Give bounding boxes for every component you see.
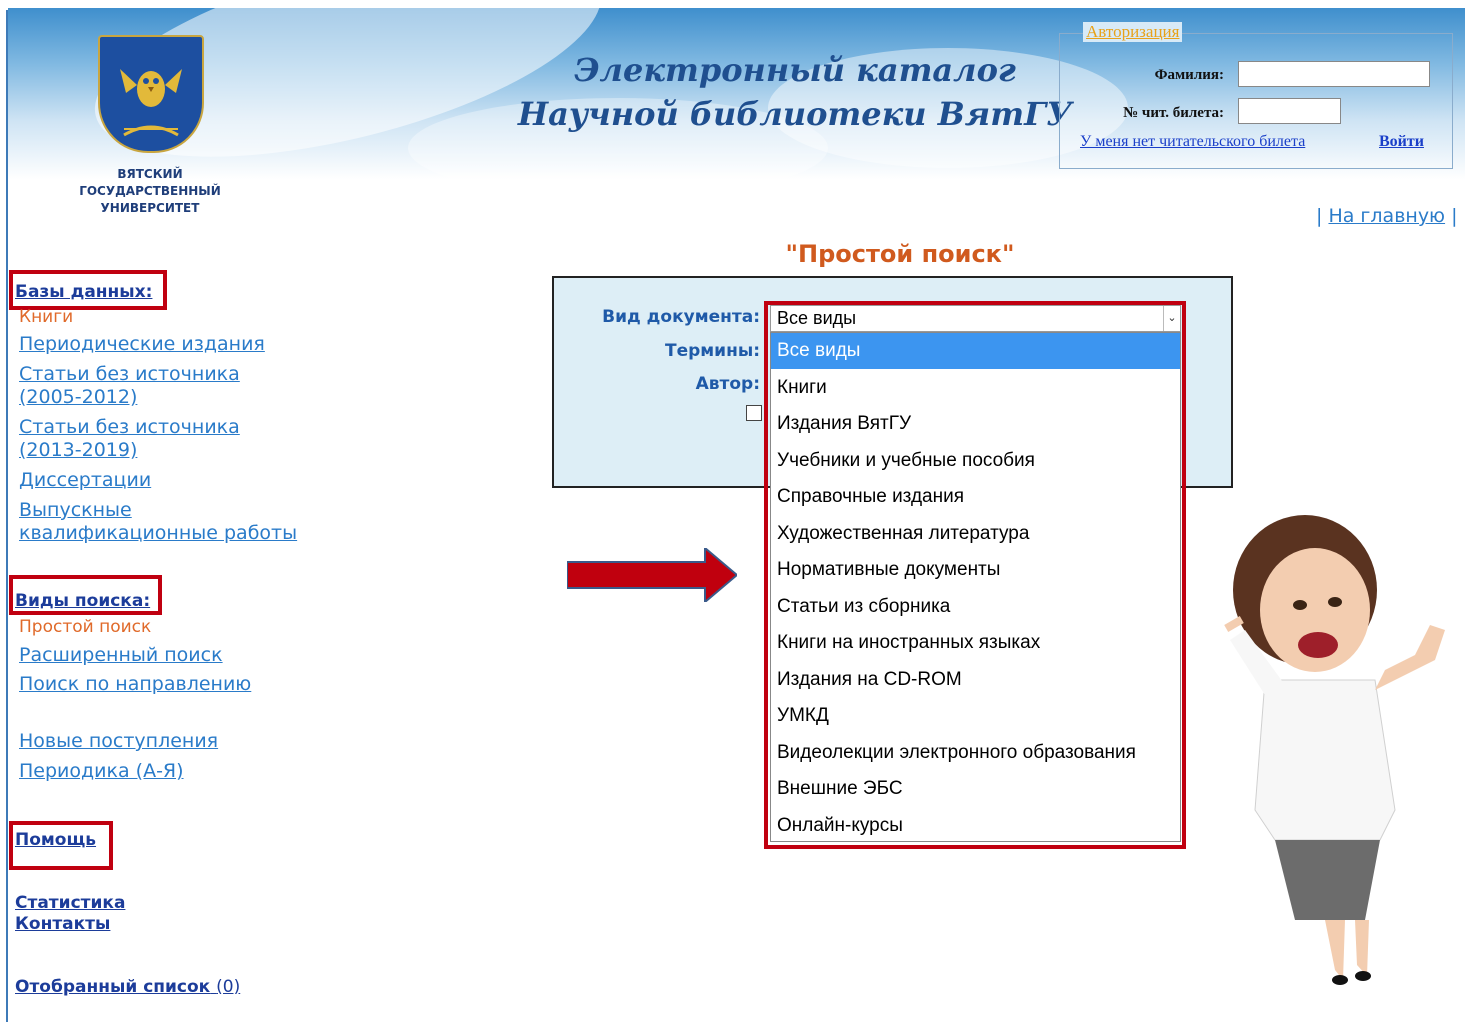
owl-coat-of-arms-icon: [98, 35, 204, 153]
ticket-input[interactable]: [1238, 98, 1341, 124]
surname-input[interactable]: [1238, 61, 1430, 87]
home-nav: | На главную |: [1316, 205, 1458, 227]
auth-legend[interactable]: Авторизация: [1083, 22, 1183, 42]
home-link[interactable]: На главную: [1328, 205, 1445, 227]
author-label: Автор:: [695, 374, 760, 394]
site-title: Электронный каталог Научной библиотеки В…: [517, 51, 1073, 133]
selected-list-link[interactable]: Отобранный список (0): [15, 977, 240, 997]
databases-heading[interactable]: Базы данных:: [15, 282, 152, 302]
sidebar-item-periodicals-az[interactable]: Периодика (А-Я): [19, 760, 184, 783]
doc-type-label: Вид документа:: [602, 307, 760, 327]
help-link[interactable]: Помощь: [15, 830, 96, 850]
search-types-heading[interactable]: Виды поиска:: [15, 591, 150, 611]
contacts-link[interactable]: Контакты: [15, 914, 110, 934]
statistics-link[interactable]: Статистика: [15, 893, 125, 913]
sidebar-item-direction-search[interactable]: Поиск по направлению: [19, 673, 251, 696]
sidebar-item-theses[interactable]: Выпускные квалификационные работы: [19, 499, 297, 545]
smiling-woman-image: [1224, 515, 1445, 985]
selected-list-count: (0): [216, 977, 241, 997]
highlight-box: [764, 301, 1186, 849]
university-name: ВЯТСКИЙ ГОСУДАРСТВЕННЫЙ УНИВЕРСИТЕТ: [79, 167, 221, 215]
search-checkbox[interactable]: [746, 405, 762, 421]
arrow-bow-icon: [123, 125, 179, 137]
red-arrow-right-icon: [567, 548, 737, 602]
terms-label: Термины:: [664, 341, 760, 361]
sidebar-item-books-active: Книги: [19, 307, 74, 327]
ticket-label: № чит. билета:: [1123, 105, 1224, 121]
sidebar-item-new-arrivals[interactable]: Новые поступления: [19, 730, 218, 753]
sidebar-item-advanced-search[interactable]: Расширенный поиск: [19, 644, 223, 667]
login-link[interactable]: Войти: [1379, 133, 1424, 151]
sidebar-item-articles-2005[interactable]: Статьи без источника (2005-2012): [19, 363, 240, 409]
page-title: "Простой поиск": [785, 240, 1015, 268]
owl-icon: [120, 69, 182, 107]
sidebar-item-periodicals[interactable]: Периодические издания: [19, 333, 265, 356]
sidebar-item-dissertations[interactable]: Диссертации: [19, 469, 151, 492]
no-ticket-link[interactable]: У меня нет читательского билета: [1080, 133, 1305, 151]
surname-label: Фамилия:: [1154, 67, 1224, 83]
sidebar-item-simple-search-active: Простой поиск: [19, 617, 152, 637]
sidebar-item-articles-2013[interactable]: Статьи без источника (2013-2019): [19, 416, 240, 462]
